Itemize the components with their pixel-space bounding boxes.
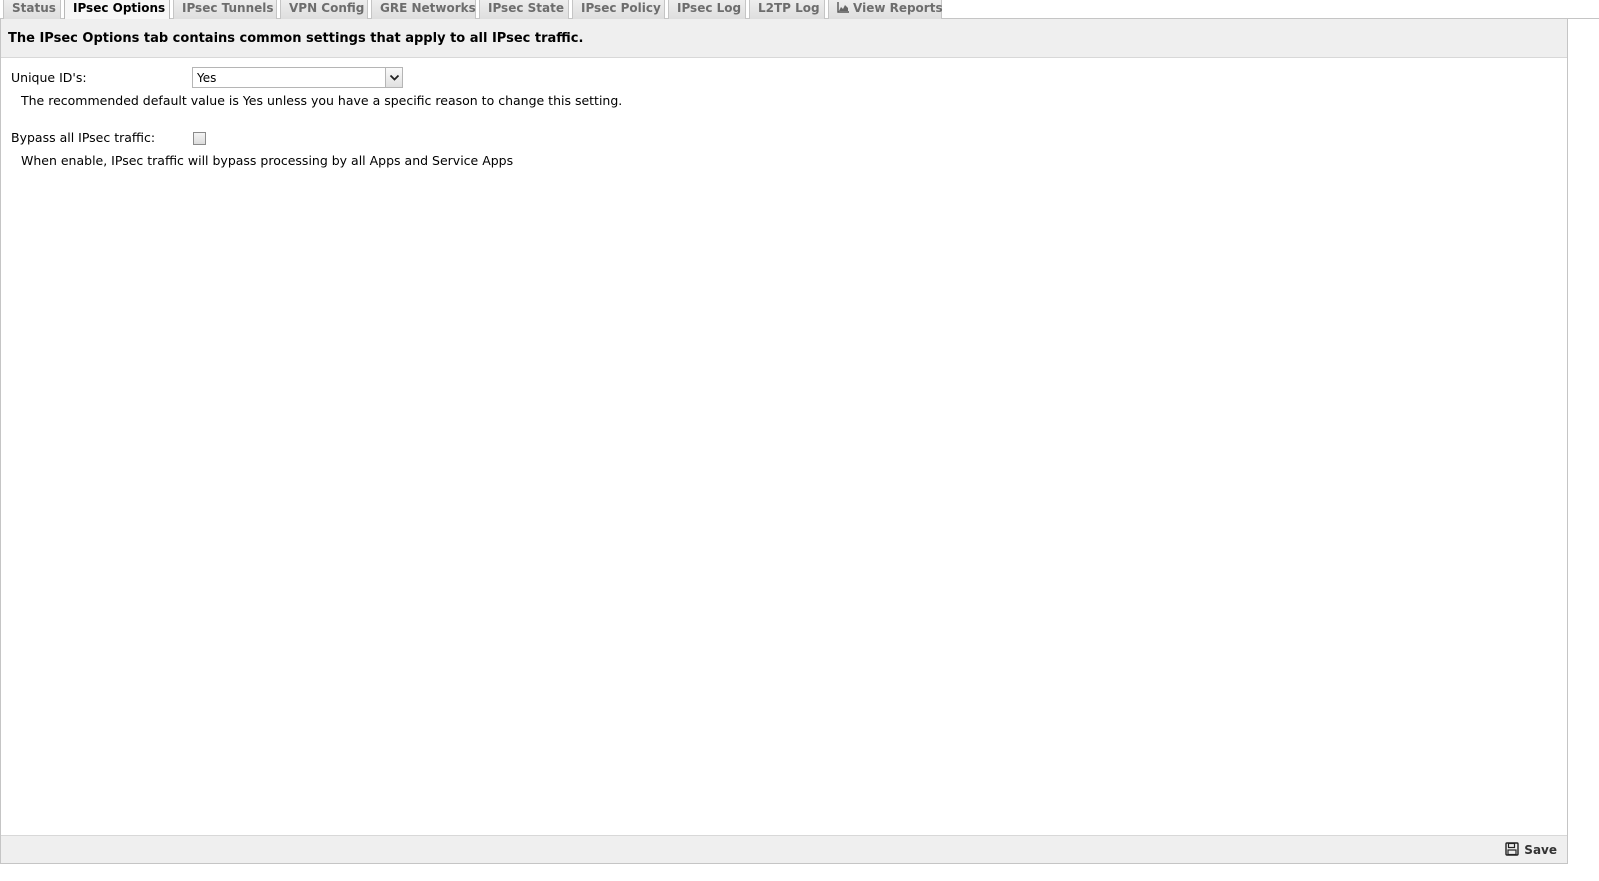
tab-label: VPN Config	[289, 1, 365, 15]
tab-label: IPsec State	[488, 1, 564, 15]
unique-ids-select[interactable]: Yes	[192, 67, 403, 88]
tab-vpn-config[interactable]: VPN Config	[280, 0, 368, 19]
tab-label: IPsec Options	[73, 1, 166, 15]
bypass-hint: When enable, IPsec traffic will bypass p…	[21, 153, 514, 168]
tab-ipsec-log[interactable]: IPsec Log	[668, 0, 746, 19]
tab-ipsec-options[interactable]: IPsec Options	[64, 0, 170, 20]
tab-l2tp-log[interactable]: L2TP Log	[749, 0, 825, 19]
ipsec-settings-window: Status IPsec Options IPsec Tunnels VPN C…	[0, 0, 1599, 881]
tab-gre-networks[interactable]: GRE Networks	[371, 0, 476, 19]
unique-ids-label: Unique ID's:	[11, 70, 87, 85]
tab-label: L2TP Log	[758, 1, 820, 15]
chart-icon	[837, 2, 849, 16]
tab-label: View Reports	[853, 1, 943, 15]
tab-view-reports[interactable]: View Reports	[828, 0, 943, 19]
tab-ipsec-tunnels[interactable]: IPsec Tunnels	[173, 0, 277, 19]
tab-status[interactable]: Status	[3, 0, 61, 19]
tab-ipsec-state[interactable]: IPsec State	[479, 0, 569, 19]
tab-label: GRE Networks	[380, 1, 476, 15]
unique-ids-value: Yes	[197, 71, 217, 85]
bypass-checkbox[interactable]	[193, 132, 206, 145]
tab-label: IPsec Policy	[581, 1, 661, 15]
tab-bar: Status IPsec Options IPsec Tunnels VPN C…	[0, 0, 1599, 20]
save-label: Save	[1524, 843, 1557, 857]
ipsec-options-panel: The IPsec Options tab contains common se…	[0, 19, 1568, 864]
unique-ids-hint: The recommended default value is Yes unl…	[21, 93, 623, 108]
floppy-disk-icon	[1505, 841, 1519, 859]
save-button[interactable]: Save	[1505, 841, 1557, 859]
bypass-label: Bypass all IPsec traffic:	[11, 130, 156, 145]
tab-ipsec-policy[interactable]: IPsec Policy	[572, 0, 665, 19]
footer-toolbar: Save	[1, 835, 1567, 863]
tab-label: Status	[12, 1, 56, 15]
panel-description: The IPsec Options tab contains common se…	[1, 19, 1567, 58]
chevron-down-icon[interactable]	[385, 68, 402, 87]
tab-label: IPsec Tunnels	[182, 1, 274, 15]
tab-label: IPsec Log	[677, 1, 742, 15]
